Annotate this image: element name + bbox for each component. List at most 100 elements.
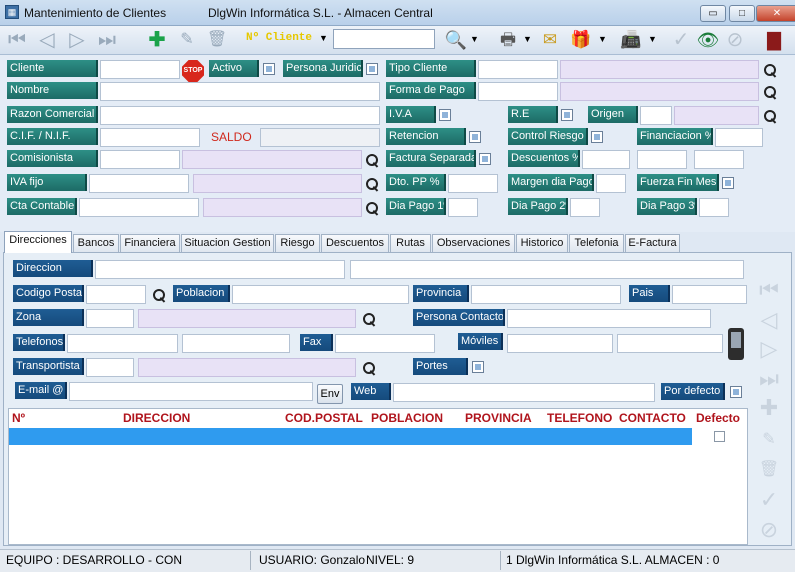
direccion-2-input[interactable] xyxy=(350,260,744,279)
pais-input[interactable] xyxy=(672,285,747,304)
comisionista-input[interactable] xyxy=(100,150,180,169)
transportista-input[interactable] xyxy=(86,358,134,377)
mobile-phone-icon[interactable] xyxy=(728,328,744,360)
origen-input[interactable] xyxy=(640,106,672,125)
cancel-icon[interactable]: ⊘ xyxy=(722,28,748,52)
next-record-icon[interactable]: ▷ xyxy=(756,336,782,362)
tab-bancos[interactable]: Bancos xyxy=(73,234,119,252)
movil-1-input[interactable] xyxy=(507,334,613,353)
retencion-checkbox[interactable] xyxy=(469,131,481,143)
tab-situacion-gestion[interactable]: Situacion Gestion xyxy=(181,234,274,252)
next-icon[interactable]: ▷ xyxy=(65,28,89,52)
re-checkbox[interactable] xyxy=(561,109,573,121)
zona-input[interactable] xyxy=(86,309,134,328)
dia-pago-1-input[interactable] xyxy=(448,198,478,217)
delete-icon[interactable]: 🗑 xyxy=(205,28,229,52)
eye-icon[interactable]: 👁 xyxy=(695,28,721,52)
dia-pago-2-input[interactable] xyxy=(570,198,600,217)
tab-e-factura[interactable]: E-Factura xyxy=(625,234,680,252)
gift-icon[interactable]: 🎁 xyxy=(568,28,594,52)
cta-contable-input[interactable] xyxy=(79,198,199,217)
edit-address-icon[interactable]: ✎ xyxy=(756,427,782,453)
web-input[interactable] xyxy=(393,383,655,402)
prev-record-icon[interactable]: ◁ xyxy=(756,307,782,333)
tab-telefonia[interactable]: Telefonia xyxy=(569,234,624,252)
first-record-icon[interactable]: ⏮ xyxy=(756,277,782,303)
tab-rutas[interactable]: Rutas xyxy=(390,234,431,252)
tab-financiera[interactable]: Financiera xyxy=(120,234,180,252)
defecto-checkbox[interactable] xyxy=(714,431,725,442)
financiacion-input[interactable] xyxy=(715,128,763,147)
n-cliente-label[interactable]: Nº Cliente xyxy=(246,32,312,44)
tab-observaciones[interactable]: Observaciones xyxy=(432,234,515,252)
chevron-down-icon[interactable]: ▼ xyxy=(470,34,479,44)
fax-icon[interactable]: 📠 xyxy=(618,28,644,52)
tab-historico[interactable]: Historico xyxy=(516,234,568,252)
iva-fijo-input[interactable] xyxy=(89,174,189,193)
search-icon[interactable] xyxy=(763,85,777,99)
poblacion-input[interactable] xyxy=(232,285,409,304)
fuerza-fin-mes-checkbox[interactable] xyxy=(722,177,734,189)
delete-address-icon[interactable]: 🗑 xyxy=(756,457,782,483)
search-icon[interactable] xyxy=(365,153,379,167)
cif-input[interactable] xyxy=(100,128,200,147)
nombre-input[interactable] xyxy=(100,82,380,101)
search-icon[interactable] xyxy=(362,312,376,326)
control-riesgo-checkbox[interactable] xyxy=(591,131,603,143)
maximize-button[interactable]: □ xyxy=(729,5,755,22)
add-address-icon[interactable]: ✚ xyxy=(756,395,782,421)
search-icon[interactable] xyxy=(152,288,166,302)
add-icon[interactable]: ✚ xyxy=(145,28,169,52)
table-row[interactable] xyxy=(9,428,692,445)
cancel-address-icon[interactable]: ⊘ xyxy=(756,517,782,543)
portes-checkbox[interactable] xyxy=(472,361,484,373)
close-button[interactable]: ✕ xyxy=(756,5,795,22)
factura-separada-checkbox[interactable] xyxy=(479,153,491,165)
por-defecto-checkbox[interactable] xyxy=(730,386,742,398)
last-icon[interactable]: ⏭ xyxy=(95,28,119,52)
edit-icon[interactable]: ✎ xyxy=(175,28,199,52)
search-icon[interactable] xyxy=(763,109,777,123)
prev-icon[interactable]: ◁ xyxy=(35,28,59,52)
descuento-2-input[interactable] xyxy=(637,150,687,169)
exit-door-icon[interactable]: ▇ xyxy=(762,28,786,52)
descuento-3-input[interactable] xyxy=(694,150,744,169)
search-icon[interactable] xyxy=(365,201,379,215)
descuento-1-input[interactable] xyxy=(582,150,630,169)
tab-riesgo[interactable]: Riesgo xyxy=(275,234,320,252)
telefono-1-input[interactable] xyxy=(67,334,178,353)
chevron-down-icon[interactable]: ▼ xyxy=(598,34,607,44)
printer-icon[interactable]: 🖶 xyxy=(495,28,521,52)
notes-icon[interactable]: ✉ xyxy=(537,28,563,52)
tab-descuentos[interactable]: Descuentos xyxy=(321,234,389,252)
provincia-input[interactable] xyxy=(471,285,621,304)
tab-direcciones[interactable]: Direcciones xyxy=(4,231,72,253)
minimize-button[interactable]: ▭ xyxy=(700,5,726,22)
search-icon[interactable] xyxy=(365,177,379,191)
codigo-postal-input[interactable] xyxy=(86,285,146,304)
tipo-cliente-input[interactable] xyxy=(478,60,558,79)
search-icon[interactable] xyxy=(763,63,777,77)
email-input[interactable] xyxy=(69,382,313,401)
accept-icon[interactable]: ✓ xyxy=(756,487,782,513)
movil-2-input[interactable] xyxy=(617,334,723,353)
iva-checkbox[interactable] xyxy=(439,109,451,121)
persona-juridica-checkbox[interactable] xyxy=(366,63,378,75)
persona-contacto-input[interactable] xyxy=(507,309,711,328)
first-icon[interactable]: ⏮ xyxy=(5,28,29,52)
telefono-2-input[interactable] xyxy=(182,334,290,353)
forma-pago-input[interactable] xyxy=(478,82,558,101)
fax-input[interactable] xyxy=(335,334,435,353)
chevron-down-icon[interactable]: ▼ xyxy=(319,33,328,43)
margen-dia-pago-input[interactable] xyxy=(596,174,626,193)
search-person-icon[interactable]: 🔍 xyxy=(443,28,469,52)
last-record-icon[interactable]: ⏭ xyxy=(756,366,782,392)
chevron-down-icon[interactable]: ▼ xyxy=(648,34,657,44)
chevron-down-icon[interactable]: ▼ xyxy=(523,34,532,44)
env-button[interactable]: Env xyxy=(317,384,343,404)
dto-pp-input[interactable] xyxy=(448,174,498,193)
search-icon[interactable] xyxy=(362,361,376,375)
activo-checkbox[interactable] xyxy=(263,63,275,75)
n-cliente-input[interactable] xyxy=(333,29,435,49)
razon-comercial-input[interactable] xyxy=(100,106,380,125)
